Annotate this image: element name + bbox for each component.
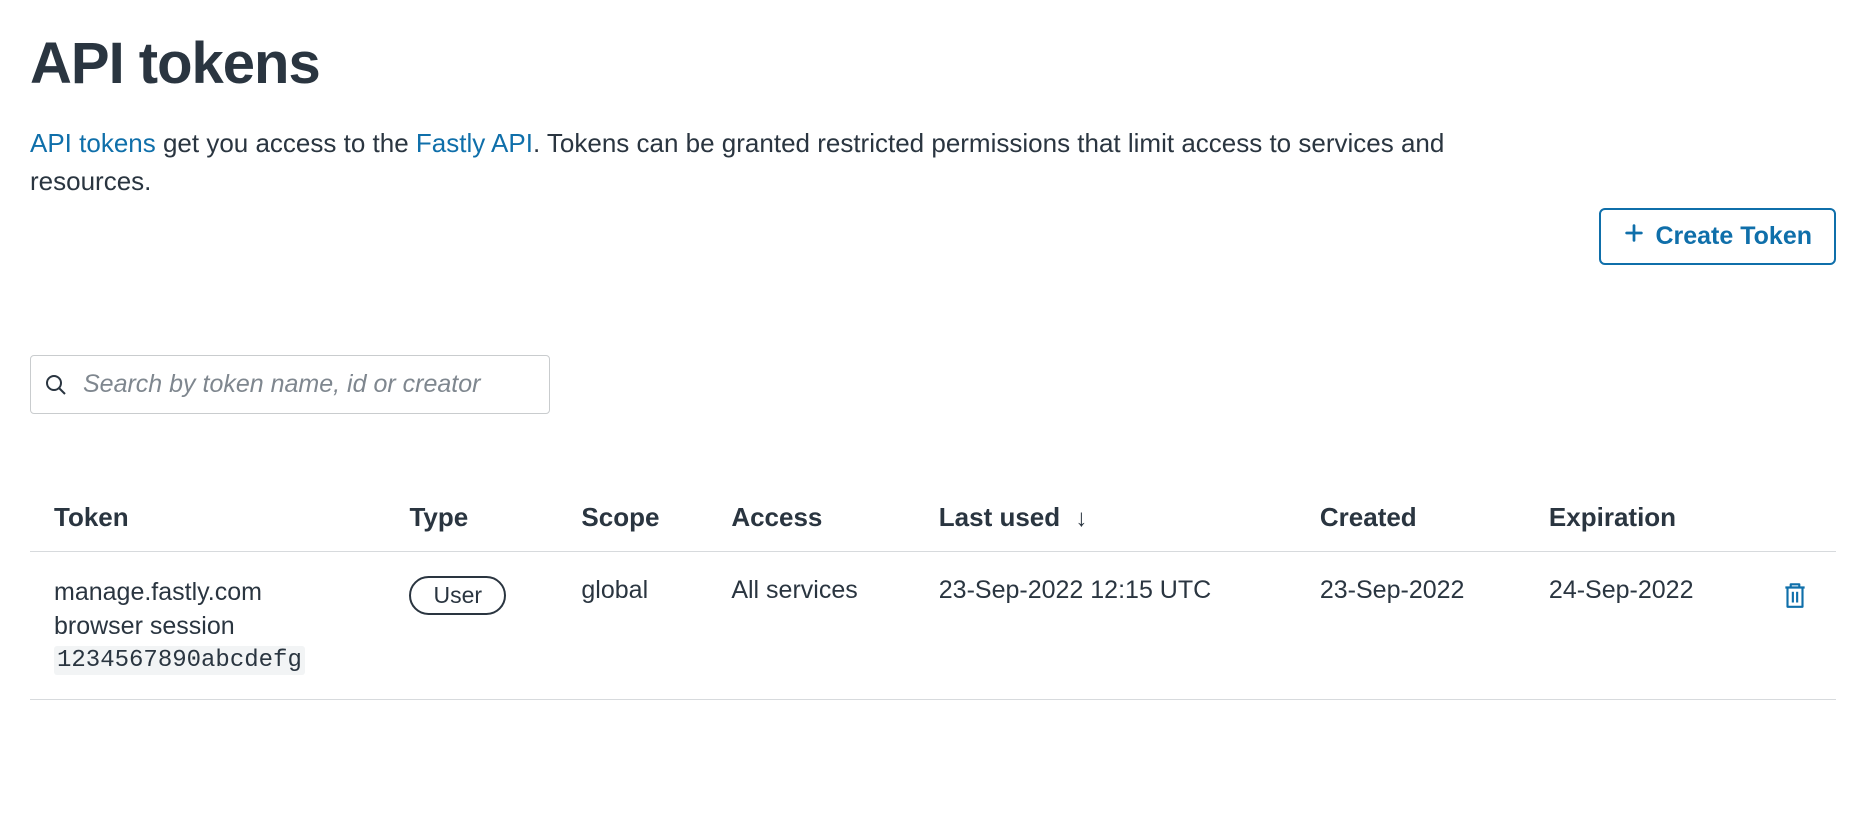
fastly-api-link[interactable]: Fastly API xyxy=(416,128,533,158)
search-container xyxy=(30,355,550,414)
create-token-label: Create Token xyxy=(1655,222,1812,251)
tokens-table: Token Type Scope Access Last used ↓ Crea… xyxy=(30,484,1836,700)
page-description: API tokens get you access to the Fastly … xyxy=(30,125,1530,200)
token-name-line2: browser session xyxy=(54,612,235,640)
token-id: 1234567890abcdefg xyxy=(54,646,305,675)
table-row: manage.fastly.com browser session 123456… xyxy=(30,552,1836,700)
last-used-cell: 23-Sep-2022 12:15 UTC xyxy=(915,552,1296,700)
page-title: API tokens xyxy=(30,30,1836,97)
col-actions xyxy=(1754,484,1836,552)
create-token-button[interactable]: Create Token xyxy=(1599,208,1836,265)
col-scope[interactable]: Scope xyxy=(557,484,707,552)
token-name-line1: manage.fastly.com xyxy=(54,578,262,606)
created-cell: 23-Sep-2022 xyxy=(1296,552,1525,700)
col-last-used-label: Last used xyxy=(939,502,1060,532)
col-type[interactable]: Type xyxy=(385,484,557,552)
plus-icon xyxy=(1623,222,1645,251)
col-access[interactable]: Access xyxy=(707,484,914,552)
api-tokens-link[interactable]: API tokens xyxy=(30,128,156,158)
col-expiration[interactable]: Expiration xyxy=(1525,484,1754,552)
access-cell: All services xyxy=(707,552,914,700)
col-last-used[interactable]: Last used ↓ xyxy=(915,484,1296,552)
trash-icon xyxy=(1782,598,1808,613)
col-created[interactable]: Created xyxy=(1296,484,1525,552)
sort-down-icon: ↓ xyxy=(1075,505,1087,532)
desc-text-1: get you access to the xyxy=(156,128,416,158)
scope-cell: global xyxy=(557,552,707,700)
search-input[interactable] xyxy=(30,355,550,414)
token-name: manage.fastly.com browser session xyxy=(54,576,361,644)
col-token[interactable]: Token xyxy=(30,484,385,552)
type-pill: User xyxy=(409,576,506,615)
expiration-cell: 24-Sep-2022 xyxy=(1525,552,1754,700)
search-icon xyxy=(44,373,68,397)
delete-token-button[interactable] xyxy=(1778,576,1812,617)
